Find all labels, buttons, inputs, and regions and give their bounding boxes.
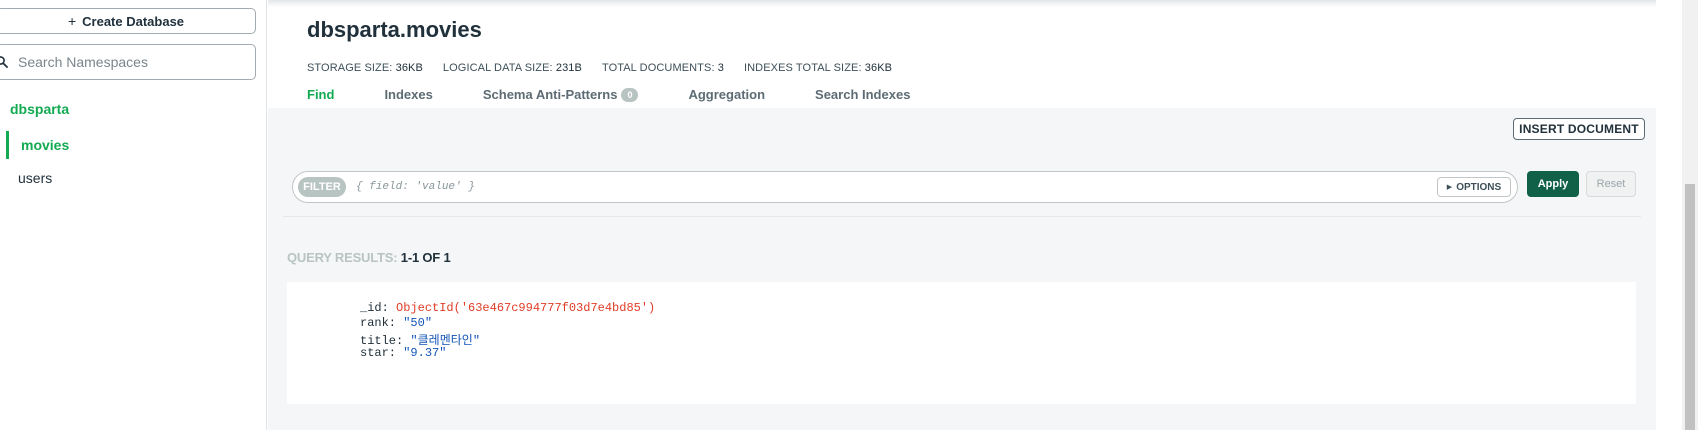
search-namespaces-box[interactable] — [0, 44, 256, 80]
tab-schema-anti-patterns[interactable]: Schema Anti-Patterns 0 — [483, 87, 639, 102]
header-shadow — [268, 0, 1656, 7]
tab-search-indexes[interactable]: Search Indexes — [815, 87, 910, 102]
document-field-rank: rank: "50" — [360, 316, 433, 330]
toolbar-divider — [283, 216, 1641, 217]
plus-icon: + — [67, 13, 77, 29]
query-results-count: 1-1 OF 1 — [400, 250, 451, 265]
query-results-label: QUERY RESULTS: — [287, 250, 398, 265]
document-card[interactable]: _id: ObjectId('63e467c994777f03d7e4bd85'… — [287, 282, 1636, 404]
caret-right-icon: ▶ — [1446, 184, 1453, 191]
document-field-star: star: "9.37" — [360, 346, 447, 360]
tab-find[interactable]: Find — [307, 87, 334, 102]
tab-aggregation[interactable]: Aggregation — [688, 87, 765, 102]
stat-storage-size: STORAGE SIZE: 36KB — [307, 62, 423, 74]
search-icon — [0, 56, 8, 68]
sidebar-collection-users[interactable]: users — [18, 170, 52, 186]
document-field-id: _id: ObjectId('63e467c994777f03d7e4bd85'… — [360, 301, 656, 315]
options-label: OPTIONS — [1456, 181, 1502, 193]
search-namespaces-input[interactable] — [18, 54, 238, 70]
page-title: dbsparta.movies — [307, 17, 482, 42]
find-content: INSERT DOCUMENT FILTER ▶ OPTIONS Apply R… — [268, 108, 1656, 430]
options-button[interactable]: ▶ OPTIONS — [1437, 177, 1511, 197]
tab-schema-anti-patterns-label: Schema Anti-Patterns — [482, 87, 618, 102]
tab-indexes[interactable]: Indexes — [384, 87, 432, 102]
schema-count-badge: 0 — [621, 87, 639, 102]
filter-bar: FILTER ▶ OPTIONS — [292, 171, 1518, 203]
filter-label: FILTER — [298, 177, 346, 197]
collection-tabs: Find Indexes Schema Anti-Patterns 0 Aggr… — [307, 87, 960, 102]
create-database-button[interactable]: + Create Database — [0, 8, 256, 34]
apply-button[interactable]: Apply — [1527, 171, 1579, 197]
filter-input[interactable] — [356, 181, 1386, 193]
scrollbar-thumb[interactable] — [1685, 184, 1695, 430]
query-results-summary: QUERY RESULTS: 1-1 OF 1 — [287, 250, 451, 265]
collection-header: dbsparta.movies STORAGE SIZE: 36KB LOGIC… — [268, 7, 1656, 108]
stat-indexes-total-size: INDEXES TOTAL SIZE: 36KB — [743, 62, 893, 74]
stat-total-documents: TOTAL DOCUMENTS: 3 — [601, 62, 724, 74]
main-panel: dbsparta.movies STORAGE SIZE: 36KB LOGIC… — [268, 0, 1656, 430]
create-database-label: Create Database — [82, 13, 185, 29]
insert-document-button[interactable]: INSERT DOCUMENT — [1513, 118, 1645, 140]
collection-stats: STORAGE SIZE: 36KB LOGICAL DATA SIZE: 23… — [307, 62, 892, 74]
stat-logical-data-size: LOGICAL DATA SIZE: 231B — [442, 62, 582, 74]
sidebar: + Create Database dbsparta movies users — [0, 0, 267, 430]
sidebar-collection-movies[interactable]: movies — [6, 131, 246, 159]
reset-button[interactable]: Reset — [1586, 171, 1636, 197]
sidebar-database-dbsparta[interactable]: dbsparta — [10, 101, 69, 117]
